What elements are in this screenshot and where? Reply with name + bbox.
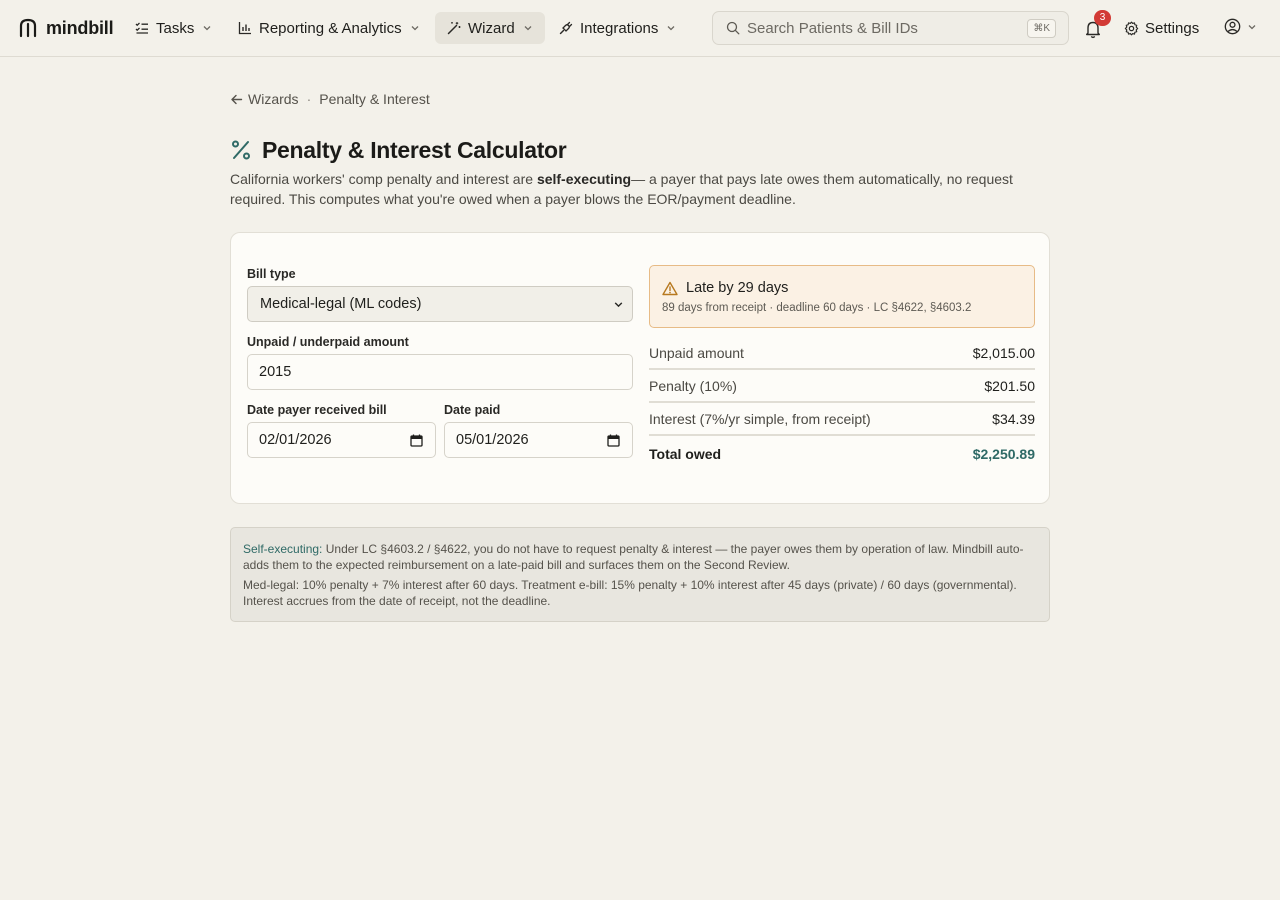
nav-reporting-analytics[interactable]: Reporting & Analytics: [228, 12, 430, 44]
note-paragraph-1: Self-executing: Under LC §4603.2 / §4622…: [243, 541, 1037, 573]
note-highlight: Self-executing:: [243, 542, 323, 556]
notification-count-badge: 3: [1094, 10, 1111, 26]
calendar-icon[interactable]: [410, 434, 423, 447]
late-status-alert: Late by 29 days 89 days from receipt · d…: [649, 265, 1035, 328]
brand-name: mindbill: [46, 17, 114, 38]
bill-type-select[interactable]: Medical-legal (ML codes): [247, 286, 633, 322]
list-checks-icon: [135, 22, 148, 34]
result-row-total: Total owed $2,250.89: [649, 446, 1035, 468]
divider: [649, 434, 1035, 436]
chevron-down-icon: [411, 26, 419, 31]
nav-wizard[interactable]: Wizard: [435, 12, 545, 44]
result-label: Interest (7%/yr simple, from receipt): [649, 411, 871, 427]
amount-field-wrapper: [247, 354, 633, 390]
page-description: California workers' comp penalty and int…: [230, 169, 1060, 209]
page-title: Penalty & Interest Calculator: [262, 136, 567, 163]
breadcrumb-back-link[interactable]: Wizards: [230, 91, 299, 107]
mindbill-logo-icon: [19, 18, 37, 38]
result-value: $2,015.00: [972, 345, 1035, 361]
received-date-input[interactable]: 02/01/2026: [247, 422, 436, 458]
nav-reporting-label: Reporting & Analytics: [259, 19, 402, 37]
bill-type-label: Bill type: [247, 267, 296, 281]
brand-logo[interactable]: mindbill: [18, 16, 114, 40]
result-row-unpaid: Unpaid amount $2,015.00: [649, 345, 1035, 367]
gear-icon: [1124, 21, 1139, 35]
bar-chart-icon: [238, 22, 251, 35]
settings-button[interactable]: Settings: [1124, 12, 1199, 44]
divider: [649, 401, 1035, 403]
amount-input[interactable]: [259, 364, 595, 380]
total-label: Total owed: [649, 446, 722, 462]
calculator-card: Bill type Medical-legal (ML codes) Unpai…: [230, 232, 1050, 504]
page-header: Penalty & Interest Calculator: [230, 136, 567, 164]
amount-label: Unpaid / underpaid amount: [247, 335, 409, 349]
breadcrumb: Wizards · Penalty & Interest: [230, 90, 430, 108]
global-search[interactable]: ⌘K: [712, 11, 1069, 45]
desc-emphasis: self-executing: [536, 171, 632, 187]
calendar-icon[interactable]: [607, 434, 620, 447]
breadcrumb-current: Penalty & Interest: [319, 91, 430, 107]
late-status-title: Late by 29 days: [686, 280, 789, 296]
note-line-1: Under LC §4603.2 / §4622, you do not hav…: [243, 542, 1024, 572]
plug-icon: [559, 21, 573, 35]
user-menu[interactable]: [1224, 18, 1257, 35]
nav-tasks[interactable]: Tasks: [125, 12, 222, 44]
search-input[interactable]: [747, 12, 1027, 44]
search-icon: [726, 21, 740, 35]
arrow-left-icon: [231, 94, 243, 104]
result-row-interest: Interest (7%/yr simple, from receipt) $3…: [649, 411, 1035, 433]
chevron-down-icon: [667, 26, 675, 31]
result-label: Penalty (10%): [649, 378, 737, 394]
paid-date-input[interactable]: 05/01/2026: [444, 422, 633, 458]
warning-triangle-icon: [662, 281, 678, 296]
total-value: $2,250.89: [972, 446, 1035, 462]
bill-type-value: Medical-legal (ML codes): [260, 296, 422, 312]
nav-integrations[interactable]: Integrations: [549, 12, 686, 44]
top-navigation: mindbill Tasks Reporting & Analytics Wiz…: [0, 0, 1280, 57]
user-avatar-icon: [1224, 18, 1241, 35]
nav-wizard-label: Wizard: [468, 19, 515, 37]
chevron-down-icon: [524, 26, 532, 31]
note-line-2: Med-legal: 10% penalty + 7% interest aft…: [243, 578, 1017, 608]
result-row-penalty: Penalty (10%) $201.50: [649, 378, 1035, 400]
magic-wand-icon: [447, 22, 461, 35]
nav-integrations-label: Integrations: [580, 19, 659, 37]
breadcrumb-wizards: Wizards: [248, 91, 299, 107]
info-note: Self-executing: Under LC §4603.2 / §4622…: [230, 527, 1050, 622]
result-value: $201.50: [984, 378, 1035, 394]
result-label: Unpaid amount: [649, 345, 744, 361]
breadcrumb-separator: ·: [306, 91, 312, 107]
received-date-label: Date payer received bill: [247, 403, 387, 417]
divider: [649, 368, 1035, 370]
settings-label: Settings: [1145, 19, 1200, 37]
desc-prefix: California workers' comp penalty and int…: [230, 171, 537, 187]
paid-date-label: Date paid: [444, 403, 501, 417]
percent-icon: [232, 140, 250, 160]
search-shortcut-hint: ⌘K: [1027, 19, 1056, 38]
result-value: $34.39: [992, 411, 1035, 427]
chevron-down-icon: [614, 302, 623, 308]
nav-tasks-label: Tasks: [156, 19, 195, 37]
received-date-value: 02/01/2026: [259, 432, 332, 448]
paid-date-value: 05/01/2026: [456, 432, 529, 448]
late-status-detail: 89 days from receipt · deadline 60 days …: [662, 302, 972, 314]
chevron-down-icon: [1248, 24, 1256, 29]
chevron-down-icon: [203, 26, 211, 31]
